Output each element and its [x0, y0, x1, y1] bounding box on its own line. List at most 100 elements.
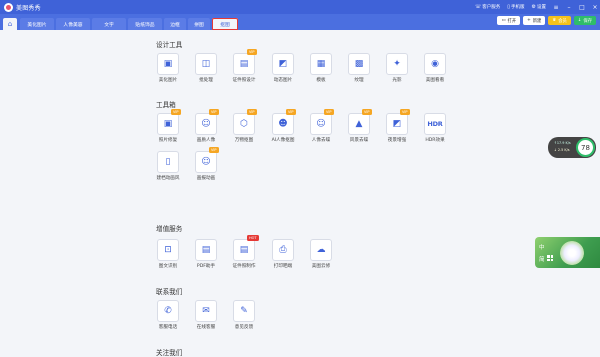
poster-icon: ☺	[195, 151, 217, 173]
tool-design-2[interactable]: ◫ 批处理	[191, 53, 219, 83]
maximize-icon[interactable]: □	[579, 4, 585, 11]
badge: VIP	[324, 109, 334, 115]
tool-contact-2[interactable]: ✉ 在线客服	[191, 300, 219, 330]
chat-icon: ✉	[195, 300, 217, 322]
settings-button[interactable]: ⚙设置	[532, 4, 546, 10]
tab-3[interactable]: 文字	[92, 18, 126, 30]
photo-repair-icon: ▣	[157, 113, 179, 135]
usage-gauge: 78	[576, 138, 595, 157]
tool-design-3[interactable]: ▤ VIP 证件照设计	[229, 49, 257, 83]
crown-icon: ♛	[552, 18, 557, 23]
phone-icon: ▯	[157, 151, 179, 173]
portrait-icon: ☺	[195, 113, 217, 135]
menu-icon[interactable]: ≡	[553, 4, 559, 11]
tool-design-7[interactable]: ✦ 光影	[382, 53, 410, 83]
customer-service-button[interactable]: ☏客户服务	[475, 4, 500, 10]
tool-toolbox-2[interactable]: ☺ VIP 画质人像	[191, 109, 219, 143]
open-button[interactable]: ▭ 打开	[497, 16, 521, 25]
section-title-contact: 联系我们	[156, 288, 183, 296]
badge: HOT	[247, 235, 259, 241]
section-title-toolbox: 工具箱	[156, 101, 176, 109]
tool-toolbox-6[interactable]: ▲ VIP 风景去噪	[344, 109, 372, 143]
tool-label: 美图看看	[425, 78, 445, 83]
ime-widget[interactable]: 中 简	[535, 237, 600, 268]
tool-design-4[interactable]: ◩ 动态图片	[268, 53, 296, 83]
upload-speed: ↑17.9 K/s	[554, 141, 571, 145]
tool-contact-3[interactable]: ✎ 意见反馈	[229, 300, 257, 330]
minimize-icon[interactable]: –	[566, 4, 572, 11]
tab-7[interactable]: 抠图	[212, 18, 238, 30]
badge: VIP	[247, 109, 257, 115]
title-bar: 美图秀秀 ☏客户服务 ▯手机版 ⚙设置 ≡ – □ ×	[0, 0, 600, 14]
tool-services-3[interactable]: ▤ HOT 证件照制作	[229, 235, 259, 269]
id-photo-icon: ▤	[233, 239, 255, 261]
tool-toolbox-5[interactable]: ☺ VIP 人像去噪	[306, 109, 334, 143]
download-speed: ↓ 2.5 K/s	[554, 148, 570, 152]
tool-toolbox-4[interactable]: ☻ VIP AI人像抠图	[268, 109, 296, 143]
tool-toolbox-8[interactable]: HDR HDR效果	[420, 113, 448, 143]
tool-label: 意见反馈	[234, 325, 254, 330]
ime-grid-icon	[547, 255, 553, 261]
ime-mode-label: 中	[539, 245, 545, 251]
save-button[interactable]: ↓ 保存	[573, 16, 596, 25]
badge: VIP	[286, 109, 296, 115]
tool-label: HDR效果	[425, 138, 445, 143]
folder-icon: ▭	[501, 18, 506, 23]
sparkle-icon: ✦	[386, 53, 408, 75]
layers-icon: ◫	[195, 53, 217, 75]
tool-toolbox-3[interactable]: ⬡ VIP 万物抠图	[229, 109, 257, 143]
night-enhance-icon: ◩	[386, 113, 408, 135]
tool-design-5[interactable]: ▦ 模板	[306, 53, 334, 83]
gear-icon: ⚙	[531, 4, 536, 10]
cutout-icon: ⬡	[233, 113, 255, 135]
tab-5[interactable]: 边框	[164, 18, 186, 30]
tool-contact-1[interactable]: ✆ 客服电话	[153, 300, 181, 330]
ocr-icon: ⊡	[157, 239, 179, 261]
home-tab[interactable]: ⌂	[3, 18, 17, 30]
flower-image	[560, 241, 584, 265]
mobile-icon: ▯	[507, 4, 511, 10]
headset-icon: ☏	[474, 4, 482, 10]
network-speed-widget[interactable]: ↑17.9 K/s ↓ 2.5 K/s 78	[548, 137, 596, 158]
section-title-design: 设计工具	[156, 41, 183, 49]
badge: VIP	[209, 109, 219, 115]
plus-icon: +	[527, 18, 531, 23]
close-icon[interactable]: ×	[592, 4, 598, 11]
badge: VIP	[400, 109, 410, 115]
title-bar-controls: ☏客户服务 ▯手机版 ⚙设置 ≡ – □ ×	[475, 0, 598, 14]
ime-simplified-label: 简	[539, 257, 545, 263]
motion-image-icon: ◩	[272, 53, 294, 75]
new-button[interactable]: + 新建	[523, 16, 546, 25]
tool-services-1[interactable]: ⊡ 图文识别	[153, 239, 181, 269]
phone-version-button[interactable]: ▯手机版	[507, 4, 524, 10]
tool-services-4[interactable]: ⎙ 打印晒端	[268, 239, 296, 269]
tool-design-1[interactable]: ▣ 美化图片	[153, 53, 181, 83]
cloud-icon: ☁	[310, 239, 332, 261]
ai-portrait-icon: ☻	[272, 113, 294, 135]
tool-toolbox-10[interactable]: ☺ VIP 画报动画	[191, 147, 219, 181]
tool-toolbox-1[interactable]: ▣ VIP 照片修复	[153, 109, 181, 143]
tab-4[interactable]: 贴纸饰品	[128, 18, 162, 30]
tool-services-5[interactable]: ☁ 美图云修	[306, 239, 334, 269]
home-icon: ⌂	[7, 20, 13, 28]
main-tabs: 美化图片 人像美容 文字 贴纸饰品 边框 拼图 抠图	[20, 18, 238, 30]
texture-icon: ▩	[348, 53, 370, 75]
section-title-follow: 关注我们	[156, 349, 183, 357]
tool-toolbox-9[interactable]: ▯ 建档动画风	[153, 151, 181, 181]
image-icon: ▣	[157, 53, 179, 75]
tab-1[interactable]: 美化图片	[20, 18, 54, 30]
tab-bar: ⌂ 美化图片 人像美容 文字 贴纸饰品 边框 拼图 抠图 ▭ 打开 + 新建 ♛ 会员 ↓ 保存	[0, 14, 600, 30]
tool-services-2[interactable]: ▤ PDF助手	[191, 239, 219, 269]
vip-button[interactable]: ♛ 会员	[548, 16, 571, 25]
viewer-icon: ◉	[424, 53, 446, 75]
tool-design-6[interactable]: ▩ 纹理	[344, 53, 372, 83]
portrait-denoise-icon: ☺	[310, 113, 332, 135]
tool-label: 画报动画	[196, 176, 216, 181]
tool-label: 美图云修	[311, 264, 331, 269]
id-card-icon: ▤	[233, 53, 255, 75]
tab-6[interactable]: 拼图	[188, 18, 210, 30]
tool-toolbox-7[interactable]: ◩ VIP 夜景增强	[382, 109, 410, 143]
tool-design-8[interactable]: ◉ 美图看看	[420, 53, 448, 83]
tab-2[interactable]: 人像美容	[56, 18, 90, 30]
phone-call-icon: ✆	[157, 300, 179, 322]
